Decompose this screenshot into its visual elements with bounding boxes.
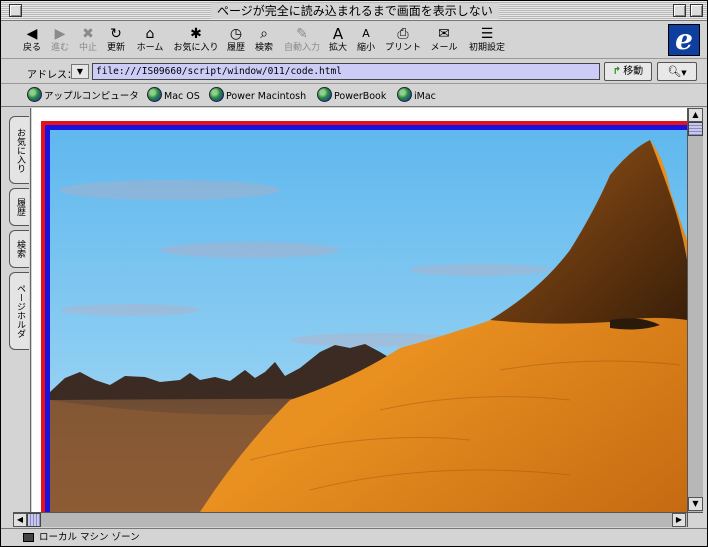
favorite-powerbook[interactable]: PowerBook <box>317 87 386 105</box>
globe-icon <box>209 87 224 102</box>
scroll-down-arrow-icon[interactable]: ▼ <box>688 497 703 511</box>
refresh-icon: ↻ <box>110 26 122 42</box>
tab-page-holder[interactable]: ページホルダ <box>9 272 29 350</box>
toolbar-button-label: 自動入力 <box>283 43 320 53</box>
tab-search[interactable]: 検索 <box>9 230 29 268</box>
toolbar-button-label: 縮小 <box>356 43 375 53</box>
toolbar-button-6[interactable]: ◷ 履歴 <box>223 24 249 58</box>
tab-history[interactable]: 履歴 <box>9 188 29 226</box>
toolbar-button-8[interactable]: ✎ 自動入力 <box>281 24 323 58</box>
stop-icon: ✖ <box>82 26 94 42</box>
mail-icon: ✉ <box>438 26 450 42</box>
security-zone-text: ローカル マシン ゾーン <box>39 532 140 543</box>
collapse-box[interactable] <box>690 4 703 17</box>
toolbar-button-12[interactable]: ✉ メール <box>427 24 461 58</box>
chevron-down-icon: ▼ <box>76 67 84 76</box>
preferences-icon: ☰ <box>480 26 494 42</box>
favorite-label: Mac OS <box>164 91 200 102</box>
toolbar-button-10[interactable]: A 縮小 <box>353 24 379 58</box>
address-history-dropdown[interactable]: ▼ <box>71 64 89 79</box>
toolbar-button-4[interactable]: ⌂ ホーム <box>131 24 169 58</box>
toolbar-button-label: 検索 <box>254 43 273 53</box>
autofill-icon: ✎ <box>296 26 308 42</box>
address-input[interactable] <box>92 63 600 80</box>
favorite-label: Power Macintosh <box>226 91 307 102</box>
go-arrow-icon: ↱ <box>612 66 622 77</box>
toolbar-button-0[interactable]: ◀ 戻る <box>19 24 45 58</box>
toolbar-button-11[interactable]: ⎙ プリント <box>383 24 423 58</box>
home-icon: ⌂ <box>145 26 155 42</box>
toolbar-button-label: 初期設定 <box>468 43 505 53</box>
scroll-up-arrow-icon[interactable]: ▲ <box>688 108 703 122</box>
toolbar-button-label: プリント <box>384 43 421 53</box>
explorer-bar-tabs: お気に入り 履歴 検索 ページホルダ <box>1 108 31 512</box>
resize-corner[interactable] <box>687 512 703 527</box>
toolbar-button-label: ホーム <box>136 43 164 53</box>
chevron-down-icon: ▼ <box>681 69 687 77</box>
favorite-apple-computer[interactable]: アップルコンピュータ <box>27 87 139 105</box>
horizontal-scrollbar[interactable]: ◀ ▶ <box>13 512 687 527</box>
desert-landscape-image <box>50 130 687 512</box>
scroll-right-arrow-icon[interactable]: ▶ <box>672 513 686 527</box>
forward-arrow-icon: ▶ <box>54 26 66 42</box>
toolbar-button-label: 履歴 <box>226 43 245 53</box>
favorite-mac-os[interactable]: Mac OS <box>147 87 200 105</box>
search-menu-button[interactable]: 🔍︎▼ <box>657 62 697 81</box>
close-box[interactable] <box>9 4 22 17</box>
tab-favorites[interactable]: お気に入り <box>9 116 29 184</box>
browser-window: ページが完全に読み込まれるまで画面を表示しない ◀ 戻る ▶ 進む ✖ 中止 ↻ 更新 ⌂ ホーム… <box>0 0 708 547</box>
internet-explorer-logo[interactable]: e <box>668 24 700 56</box>
print-icon: ⎙ <box>397 26 409 42</box>
text-larger-icon: A <box>332 25 344 43</box>
back-arrow-icon: ◀ <box>26 26 38 42</box>
toolbar-button-label: 更新 <box>106 43 125 53</box>
history-clock-icon: ◷ <box>229 26 243 42</box>
toolbar-button-label: 戻る <box>22 43 41 53</box>
go-label: 移動 <box>623 66 644 77</box>
toolbar-button-label: 進む <box>50 43 69 53</box>
blue-frame-border <box>45 125 687 512</box>
horizontal-scroll-thumb[interactable] <box>27 513 41 527</box>
favorite-label: iMac <box>414 91 436 102</box>
vertical-scroll-thumb[interactable] <box>688 122 703 136</box>
toolbar-button-9[interactable]: A 拡大 <box>325 24 351 58</box>
local-machine-zone-icon <box>23 533 34 542</box>
address-label: アドレス： <box>27 70 77 81</box>
toolbar-button-3[interactable]: ↻ 更新 <box>103 24 129 58</box>
toolbar-button-label: 拡大 <box>328 43 347 53</box>
toolbar-button-label: メール <box>430 43 458 53</box>
magnifier-icon: 🔍︎ <box>667 65 682 78</box>
favorite-power-macintosh[interactable]: Power Macintosh <box>209 87 306 105</box>
globe-icon <box>27 87 42 102</box>
favorites-bar: アップルコンピュータ Mac OS Power Macintosh PowerB… <box>1 85 707 107</box>
favorite-label: アップルコンピュータ <box>44 91 139 102</box>
globe-icon <box>147 87 162 102</box>
favorites-icon: ✱ <box>190 26 202 42</box>
favorite-label: PowerBook <box>334 91 387 102</box>
red-frame-border <box>41 121 687 512</box>
scroll-left-arrow-icon[interactable]: ◀ <box>13 513 27 527</box>
go-button[interactable]: ↱ 移動 <box>604 62 652 81</box>
globe-icon <box>317 87 332 102</box>
vertical-scrollbar[interactable]: ▲ ▼ <box>687 108 703 512</box>
search-icon: ⌕ <box>260 26 268 42</box>
title-bar[interactable]: ページが完全に読み込まれるまで画面を表示しない <box>1 1 707 21</box>
favorite-imac[interactable]: iMac <box>397 87 436 105</box>
toolbar-button-7[interactable]: ⌕ 検索 <box>251 24 277 58</box>
status-bar: ローカル マシン ゾーン <box>1 528 707 546</box>
toolbar-button-label: お気に入り <box>173 43 219 53</box>
zoom-box[interactable] <box>673 4 686 17</box>
toolbar-button-label: 中止 <box>78 43 97 53</box>
toolbar-button-13[interactable]: ☰ 初期設定 <box>465 24 509 58</box>
window-title: ページが完全に読み込まれるまで画面を表示しない <box>211 3 499 19</box>
globe-icon <box>397 87 412 102</box>
toolbar-button-5[interactable]: ✱ お気に入り <box>171 24 221 58</box>
address-bar: アドレス： ▼ ↱移動 🔍︎▼ <box>1 60 707 84</box>
page-content <box>32 108 687 512</box>
toolbar-button-1[interactable]: ▶ 進む <box>47 24 73 58</box>
text-smaller-icon: A <box>362 27 370 40</box>
toolbar: ◀ 戻る ▶ 進む ✖ 中止 ↻ 更新 ⌂ ホーム ✱ お気に入り ◷ 履歴 ⌕ 検索 ✎ 自動入力 A 拡大 A 縮小 ⎙… <box>1 22 707 59</box>
toolbar-button-2[interactable]: ✖ 中止 <box>75 24 101 58</box>
